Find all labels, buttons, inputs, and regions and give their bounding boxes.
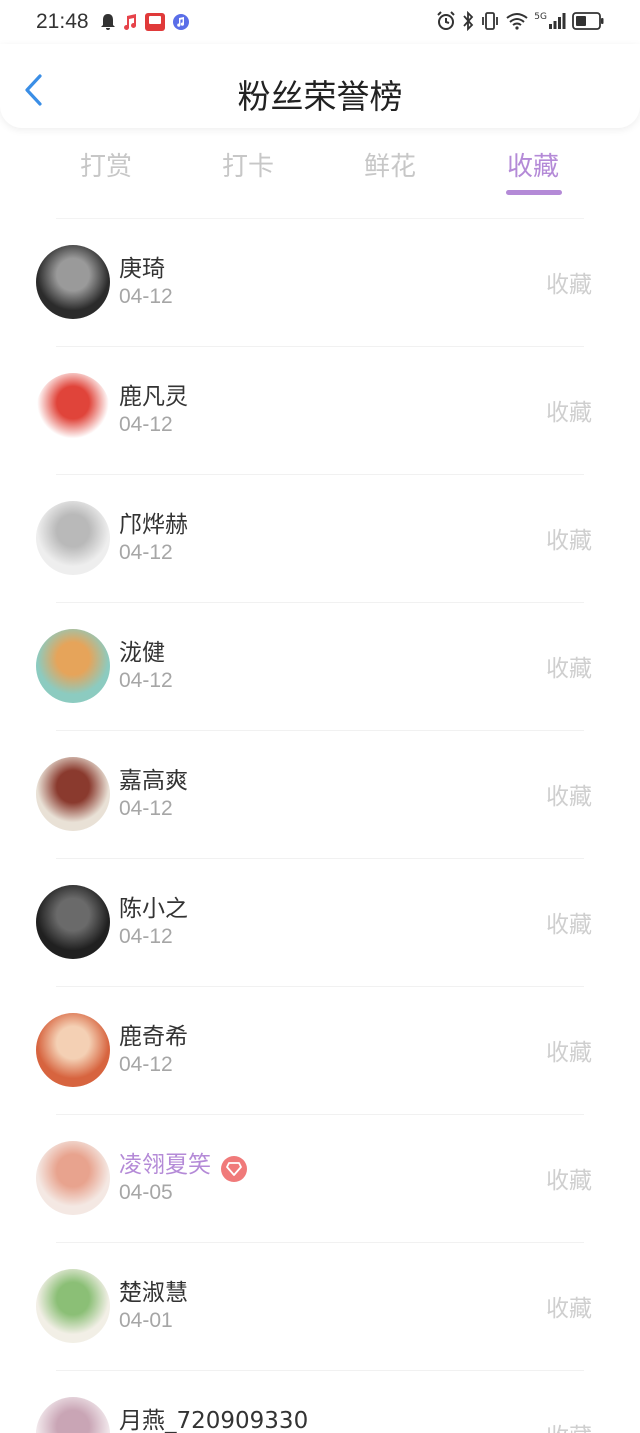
list-item[interactable]: 嘉高爽 04-12 收藏: [36, 730, 592, 858]
list-item[interactable]: 陈小之 04-12 收藏: [36, 858, 592, 986]
user-name-text: 凌翎夏笑: [119, 1152, 211, 1178]
action-label: 收藏: [546, 784, 592, 810]
user-name-text: 鹿凡灵: [119, 384, 188, 410]
bluetooth-icon: [462, 11, 474, 31]
user-name-text: 楚淑慧: [119, 1280, 188, 1306]
list-item[interactable]: 楚淑慧 04-01 收藏: [36, 1242, 592, 1370]
app-header: 粉丝荣誉榜: [0, 44, 640, 128]
tab-favorites[interactable]: 收藏: [473, 146, 593, 183]
tab-flowers[interactable]: 鲜花: [330, 146, 450, 183]
user-name-text: 庚琦: [119, 256, 165, 282]
action-label: 收藏: [546, 1168, 592, 1194]
list-item[interactable]: 月燕_720909330 收藏: [36, 1370, 592, 1433]
action-label: 收藏: [546, 1417, 592, 1433]
avatar[interactable]: [36, 1269, 110, 1343]
diamond-badge-icon: [221, 1156, 247, 1182]
tab-checkin[interactable]: 打卡: [188, 146, 308, 183]
tab-bar: 打赏 打卡 鲜花 收藏: [0, 138, 640, 218]
status-bar: 21:48 5G: [0, 0, 640, 44]
user-name-text: 邝烨赫: [119, 512, 188, 538]
action-label: 收藏: [546, 528, 592, 554]
user-name[interactable]: 庚琦: [119, 249, 165, 283]
avatar[interactable]: [36, 1013, 110, 1087]
fan-list: 庚琦 04-12 收藏 鹿凡灵 04-12 收藏 邝烨赫 04-12 收藏 泷健 04-12 收藏 嘉高…: [0, 218, 640, 1433]
item-date: 04-12: [119, 413, 173, 436]
list-item[interactable]: 凌翎夏笑 04-05 收藏: [36, 1114, 592, 1242]
item-date: 04-12: [119, 541, 173, 564]
user-name[interactable]: 邝烨赫: [119, 505, 188, 539]
list-item[interactable]: 鹿奇希 04-12 收藏: [36, 986, 592, 1114]
user-name-text: 鹿奇希: [119, 1024, 188, 1050]
vibrate-icon: [480, 11, 500, 31]
avatar[interactable]: [36, 885, 110, 959]
user-name-text: 嘉高爽: [119, 768, 188, 794]
action-label: 收藏: [546, 656, 592, 682]
user-name[interactable]: 嘉高爽: [119, 761, 188, 795]
list-item[interactable]: 鹿凡灵 04-12 收藏: [36, 346, 592, 474]
list-item[interactable]: 庚琦 04-12 收藏: [36, 218, 592, 346]
active-tab-indicator: [506, 190, 562, 195]
wifi-icon: [506, 12, 528, 30]
user-name-text: 陈小之: [119, 896, 188, 922]
battery-icon: [572, 12, 604, 30]
alarm-icon: [436, 11, 456, 31]
item-date: 04-12: [119, 925, 173, 948]
user-name[interactable]: 陈小之: [119, 889, 188, 923]
user-name-text: 月燕_720909330: [119, 1408, 309, 1433]
avatar[interactable]: [36, 629, 110, 703]
user-name[interactable]: 楚淑慧: [119, 1273, 188, 1307]
item-date: 04-01: [119, 1309, 173, 1332]
avatar[interactable]: [36, 757, 110, 831]
action-label: 收藏: [546, 400, 592, 426]
action-label: 收藏: [546, 1040, 592, 1066]
item-date: 04-12: [119, 797, 173, 820]
status-left-icons: [100, 12, 190, 32]
avatar[interactable]: [36, 245, 110, 319]
list-item[interactable]: 邝烨赫 04-12 收藏: [36, 474, 592, 602]
avatar[interactable]: [36, 1141, 110, 1215]
tab-reward[interactable]: 打赏: [46, 146, 166, 183]
action-label: 收藏: [546, 912, 592, 938]
item-date: 04-12: [119, 285, 173, 308]
music-app-icon: [172, 13, 190, 31]
list-item[interactable]: 泷健 04-12 收藏: [36, 602, 592, 730]
app-icon: [144, 12, 166, 32]
signal-icon: 5G: [534, 13, 566, 29]
user-name[interactable]: 月燕_720909330: [119, 1401, 308, 1433]
item-date: 04-05: [119, 1181, 173, 1204]
user-name[interactable]: 鹿奇希: [119, 1017, 188, 1051]
user-name-text: 泷健: [119, 640, 165, 666]
avatar[interactable]: [36, 501, 110, 575]
status-time: 21:48: [36, 10, 89, 33]
user-name[interactable]: 泷健: [119, 633, 165, 667]
music-icon: [122, 13, 138, 31]
avatar[interactable]: [36, 1397, 110, 1433]
user-name[interactable]: 鹿凡灵: [119, 377, 188, 411]
user-name[interactable]: 凌翎夏笑: [119, 1145, 247, 1182]
action-label: 收藏: [546, 272, 592, 298]
network-type: 5G: [534, 12, 547, 22]
avatar[interactable]: [36, 373, 110, 447]
item-date: 04-12: [119, 669, 173, 692]
page-title: 粉丝荣誉榜: [237, 77, 403, 116]
item-date: 04-12: [119, 1053, 173, 1076]
action-label: 收藏: [546, 1296, 592, 1322]
status-right-icons: 5G: [436, 10, 604, 32]
bell-icon: [100, 13, 116, 31]
